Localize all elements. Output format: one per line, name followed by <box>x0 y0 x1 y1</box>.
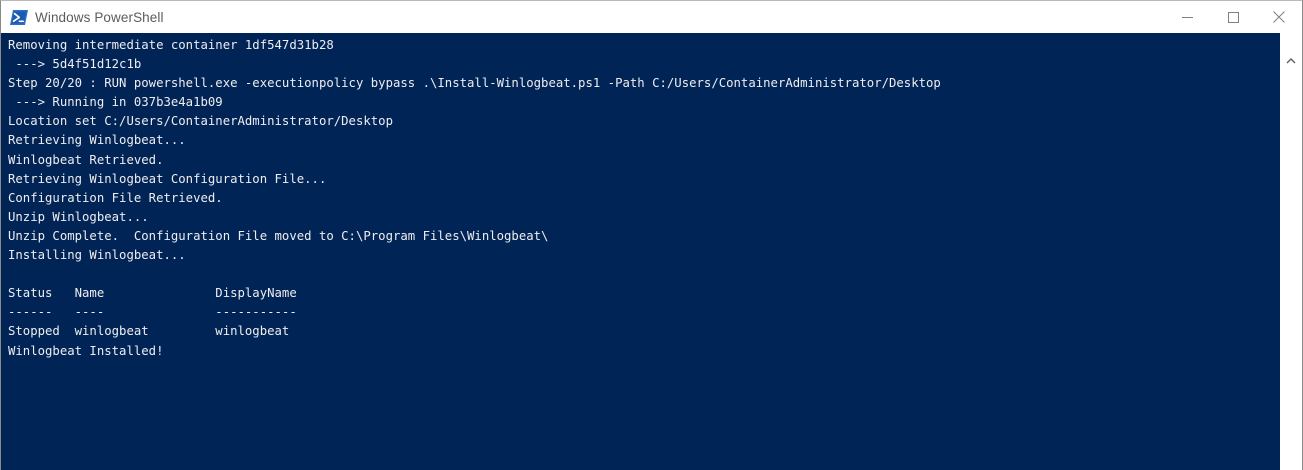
console-line: Configuration File Retrieved. <box>8 190 223 205</box>
console-line: Location set C:/Users/ContainerAdministr… <box>8 114 393 129</box>
console-line: Stopped winlogbeat winlogbeat <box>8 324 290 339</box>
powershell-window: Windows PowerShell Removing intermediate… <box>0 0 1303 470</box>
scroll-up-button[interactable] <box>1280 47 1302 69</box>
close-icon <box>1273 8 1285 27</box>
maximize-button[interactable] <box>1210 1 1256 33</box>
window-controls <box>1164 1 1302 33</box>
console-line: Winlogbeat Installed! <box>8 343 164 358</box>
window-title: Windows PowerShell <box>35 9 164 25</box>
console-line: ---> Running in 037b3e4a1b09 <box>8 95 223 110</box>
console-line: Removing intermediate container 1df547d3… <box>8 38 334 52</box>
console-line: ------ ---- ----------- <box>8 305 297 320</box>
console-output[interactable]: Removing intermediate container 1df547d3… <box>1 33 1280 470</box>
console-line: Unzip Complete. Configuration File moved… <box>8 228 549 243</box>
close-button[interactable] <box>1256 1 1302 33</box>
console-line: Unzip Winlogbeat... <box>8 209 149 224</box>
vertical-scrollbar[interactable] <box>1280 33 1302 470</box>
powershell-icon <box>10 9 28 25</box>
console-line: Status Name DisplayName <box>8 286 297 301</box>
maximize-icon <box>1227 8 1239 27</box>
console-line: Winlogbeat Retrieved. <box>8 152 164 167</box>
console-line: ---> 5d4f51d12c1b <box>8 57 142 72</box>
minimize-icon <box>1181 8 1193 27</box>
minimize-button[interactable] <box>1164 1 1210 33</box>
chevron-up-icon <box>1286 49 1296 68</box>
console-line: Retrieving Winlogbeat... <box>8 133 186 148</box>
console-line: Retrieving Winlogbeat Configuration File… <box>8 171 327 186</box>
console-line: Step 20/20 : RUN powershell.exe -executi… <box>8 76 941 91</box>
console-line: Installing Winlogbeat... <box>8 248 186 263</box>
title-bar[interactable]: Windows PowerShell <box>1 1 1302 33</box>
